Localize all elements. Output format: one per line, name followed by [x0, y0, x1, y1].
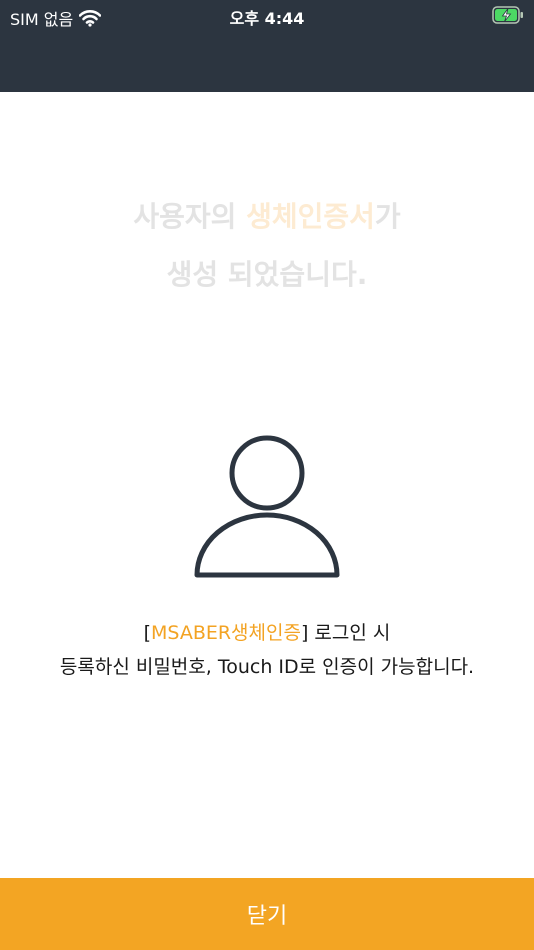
bracket-open: [	[143, 622, 152, 644]
description-line-1: [MSABER생체인증] 로그인 시	[0, 616, 534, 650]
battery-charging-icon	[492, 6, 523, 24]
description-line-2: 등록하신 비밀번호, Touch ID로 인증이 가능합니다.	[59, 656, 475, 678]
user-icon	[194, 435, 340, 578]
status-time: 오후 4:44	[229, 9, 305, 28]
headline-line-1: 사용자의 생체인증서가	[0, 188, 534, 246]
header-bar: SIM 없음 오후 4:44	[0, 0, 534, 92]
close-button[interactable]: 닫기	[0, 878, 534, 950]
headline-accent: 생체인증서	[246, 200, 375, 233]
description-line-1-suffix: ] 로그인 시	[300, 622, 391, 644]
headline-suffix: 가	[374, 200, 401, 233]
headline: 사용자의 생체인증서가 생성 되었습니다.	[0, 188, 534, 304]
headline-prefix: 사용자의	[133, 200, 247, 233]
service-name: MSABER생체인증	[151, 622, 301, 644]
description: [MSABER생체인증] 로그인 시 등록하신 비밀번호, Touch ID로 …	[0, 616, 534, 684]
status-bar: SIM 없음 오후 4:44	[0, 0, 534, 32]
headline-line-2: 생성 되었습니다.	[166, 258, 368, 291]
